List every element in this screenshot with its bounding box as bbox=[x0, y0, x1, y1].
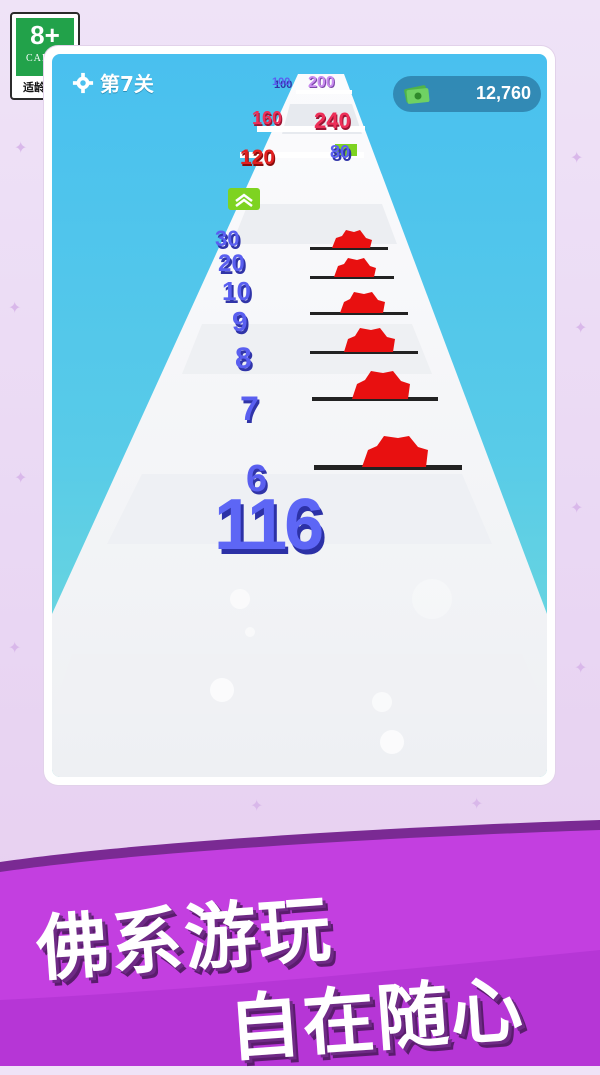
pickup-number: 9 bbox=[232, 306, 248, 337]
sparkle-icon: ✦ bbox=[250, 796, 264, 815]
pickup-number: 10 bbox=[222, 276, 251, 306]
sparkle-icon: ✦ bbox=[14, 468, 28, 487]
player-score: 116 bbox=[214, 485, 324, 565]
gate-value: 200 bbox=[308, 74, 335, 91]
level-label: 第7关 bbox=[100, 72, 154, 96]
cash-icon bbox=[404, 85, 430, 104]
sparkle-icon: ✦ bbox=[8, 298, 22, 317]
pickup-number: 7 bbox=[240, 390, 259, 428]
game-scene bbox=[52, 74, 547, 777]
gate-value: 240 bbox=[314, 108, 351, 133]
gate-value: 100 bbox=[272, 76, 291, 88]
pickup-number: 20 bbox=[218, 250, 245, 277]
gear-icon[interactable] bbox=[72, 72, 94, 94]
phone-frame: 第7关 12,760 100 200 160 240 120 80 30 20 … bbox=[44, 46, 555, 785]
pickup-number: 30 bbox=[215, 226, 240, 251]
gate-value: 160 bbox=[252, 108, 283, 128]
sparkle-icon: ✦ bbox=[574, 658, 588, 677]
sparkle-icon: ✦ bbox=[570, 148, 584, 167]
pickup-number: 8 bbox=[235, 342, 252, 375]
slogan-line-2: 自在随心 bbox=[225, 966, 528, 1072]
road-band bbox=[52, 654, 547, 714]
sparkle-icon: ✦ bbox=[470, 794, 484, 813]
cash-value: 12,760 bbox=[475, 83, 531, 103]
sparkle-icon: ✦ bbox=[14, 138, 28, 157]
level-indicator: 第7关 bbox=[72, 68, 154, 97]
cash-counter: 12,760 bbox=[393, 76, 541, 112]
game-screen[interactable]: 第7关 12,760 100 200 160 240 120 80 30 20 … bbox=[52, 54, 547, 777]
gate-value: 120 bbox=[240, 146, 276, 169]
gate-value: 80 bbox=[330, 142, 351, 162]
sparkle-icon: ✦ bbox=[8, 638, 22, 657]
road-band bbox=[182, 324, 432, 374]
sparkle-icon: ✦ bbox=[574, 318, 588, 337]
sparkle-icon: ✦ bbox=[570, 498, 584, 517]
